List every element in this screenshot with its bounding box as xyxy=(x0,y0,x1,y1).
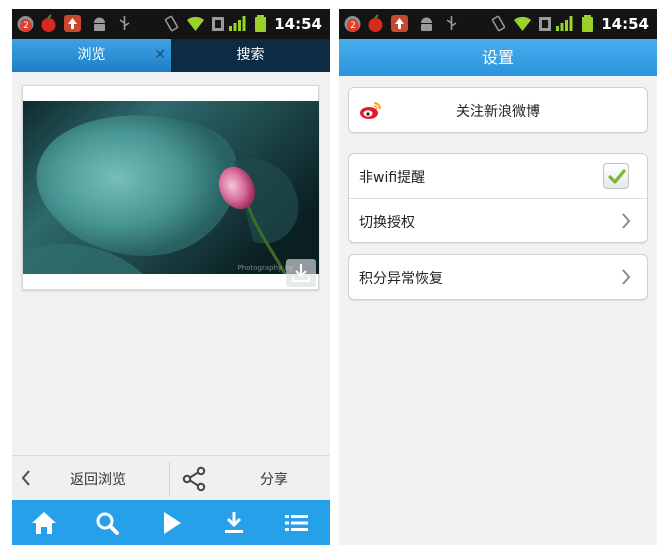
share-button[interactable]: 分享 xyxy=(170,456,330,501)
sim-icon xyxy=(539,17,551,31)
settings-group: 非wifi提醒 切换授权 xyxy=(348,153,648,243)
status-bar: 2 14:54 xyxy=(339,9,657,39)
cherry-icon xyxy=(368,14,383,32)
chevron-right-icon xyxy=(622,269,631,285)
play-icon xyxy=(164,512,181,534)
tab-bar: 浏览 ✕ 搜索 xyxy=(12,39,330,72)
signal-icon xyxy=(229,16,246,31)
home-icon xyxy=(32,512,56,534)
setting-switch-auth[interactable]: 切换授权 xyxy=(349,198,647,242)
tab-search[interactable]: 搜索 xyxy=(171,39,330,72)
cherry-icon xyxy=(41,14,56,32)
back-label: 返回浏览 xyxy=(70,472,126,488)
settings-screen: 2 14:54 设置 关注新浪微博 非wifi提醒 切换授权 积分异常恢复 xyxy=(339,9,657,545)
tab-browse-label: 浏览 xyxy=(77,47,106,63)
android-icon xyxy=(94,17,105,31)
download-icon xyxy=(292,264,310,282)
recovery-group: 积分异常恢复 xyxy=(348,254,648,300)
upload-icon xyxy=(391,15,408,32)
wifi-icon xyxy=(514,16,531,31)
status-bar: 2 14:54 xyxy=(12,9,330,39)
tab-browse[interactable]: 浏览 ✕ xyxy=(12,39,171,72)
follow-group: 关注新浪微博 xyxy=(348,87,648,133)
follow-weibo-button[interactable]: 关注新浪微博 xyxy=(349,88,647,132)
usb-icon xyxy=(446,16,457,30)
image-card[interactable]: Photography by xyxy=(22,85,319,290)
search-button[interactable] xyxy=(92,508,122,538)
lotus-image xyxy=(23,101,319,274)
back-to-browse-button[interactable]: 返回浏览 xyxy=(12,456,169,501)
battery-icon xyxy=(582,15,593,32)
sim-icon xyxy=(212,17,224,31)
search-icon xyxy=(96,512,119,535)
tab-search-label: 搜索 xyxy=(236,47,265,63)
share-icon xyxy=(182,466,206,492)
non-wifi-alert-checkbox[interactable] xyxy=(603,163,629,189)
image-download-button[interactable] xyxy=(286,259,316,287)
home-button[interactable] xyxy=(29,508,59,538)
notification-badge: 2 xyxy=(347,20,359,32)
wifi-icon xyxy=(187,16,204,31)
menu-button[interactable] xyxy=(282,508,312,538)
usb-icon xyxy=(119,16,130,30)
lotus-photo[interactable]: Photography by xyxy=(23,101,319,274)
check-icon xyxy=(608,169,626,184)
close-icon[interactable]: ✕ xyxy=(154,39,166,72)
upload-icon xyxy=(64,15,81,32)
setting-label: 非wifi提醒 xyxy=(359,170,426,186)
download-icon xyxy=(225,512,243,533)
notification-badge: 2 xyxy=(20,20,32,32)
battery-icon xyxy=(255,15,266,32)
vibrate-icon xyxy=(164,15,179,32)
browse-screen: 2 14:54 浏览 ✕ 搜索 Photography by 返回浏览 分享 xyxy=(12,9,330,545)
setting-points-recovery[interactable]: 积分异常恢复 xyxy=(349,255,647,299)
clock: 14:54 xyxy=(601,15,649,33)
setting-non-wifi-alert[interactable]: 非wifi提醒 xyxy=(349,154,647,198)
android-icon xyxy=(421,17,432,31)
action-bar: 返回浏览 分享 xyxy=(12,455,330,500)
signal-icon xyxy=(556,16,573,31)
bottom-toolbar xyxy=(12,500,330,545)
play-button[interactable] xyxy=(156,508,186,538)
chevron-left-icon xyxy=(21,470,30,486)
download-button[interactable] xyxy=(219,508,249,538)
list-icon xyxy=(285,515,308,531)
setting-label: 切换授权 xyxy=(359,215,415,231)
follow-weibo-label: 关注新浪微博 xyxy=(456,104,540,120)
page-title: 设置 xyxy=(339,39,657,76)
photo-credit: Photography by xyxy=(237,264,293,272)
share-label: 分享 xyxy=(260,472,288,488)
clock: 14:54 xyxy=(274,15,322,33)
chevron-right-icon xyxy=(622,213,631,229)
vibrate-icon xyxy=(491,15,506,32)
setting-label: 积分异常恢复 xyxy=(359,271,443,287)
